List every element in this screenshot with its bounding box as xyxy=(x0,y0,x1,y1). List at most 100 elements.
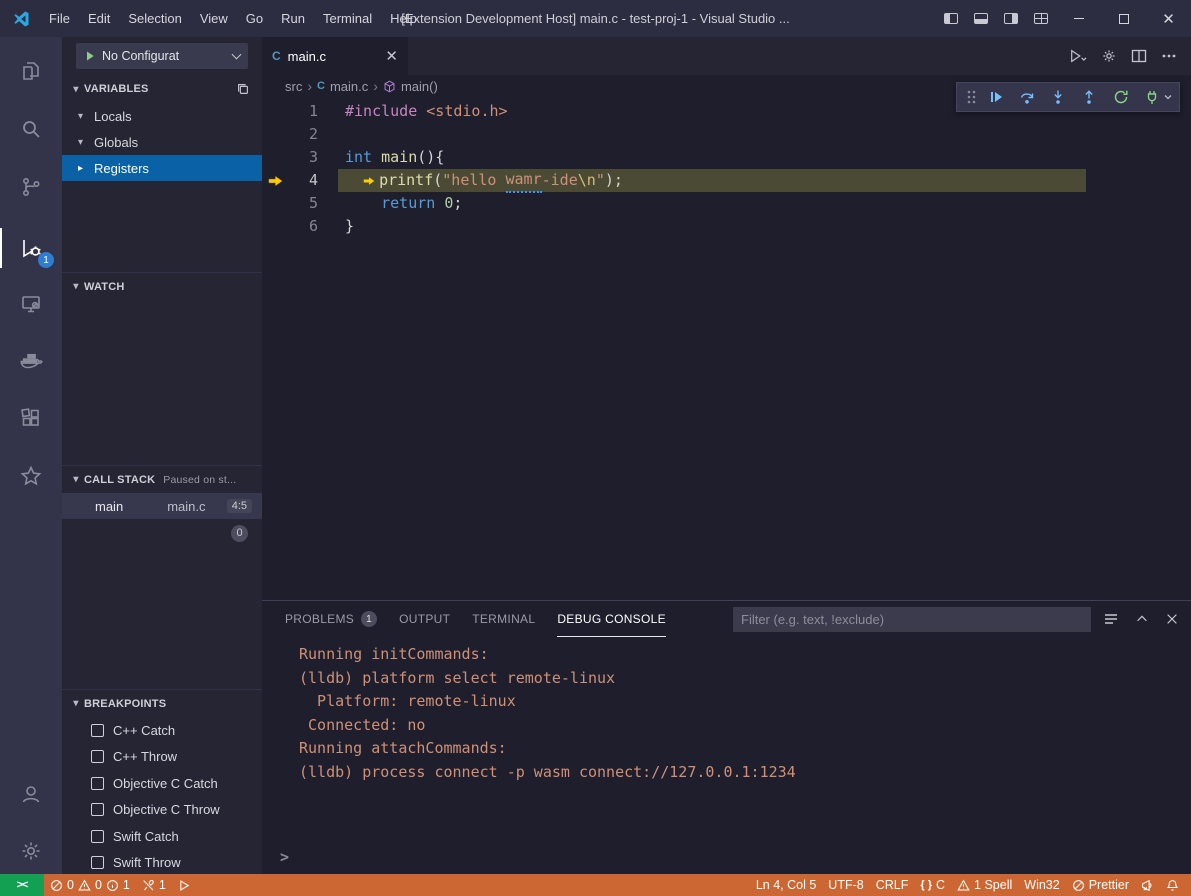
remote-explorer-icon[interactable] xyxy=(0,282,62,326)
breakpoint-row[interactable]: Objective C Catch xyxy=(62,770,262,797)
breakpoint-row[interactable]: C++ Catch xyxy=(62,717,262,744)
run-file-icon[interactable] xyxy=(1069,48,1087,64)
current-line-arrow-icon[interactable] xyxy=(262,169,288,192)
breakpoint-label: Swift Catch xyxy=(113,829,179,844)
breakpoints-section-header[interactable]: ▾ BREAKPOINTS xyxy=(62,689,262,717)
tab-main-c[interactable]: C main.c ✕ xyxy=(262,37,408,75)
formatter-status[interactable]: Prettier xyxy=(1066,874,1135,896)
run-and-debug-icon[interactable]: 1 xyxy=(0,226,62,270)
menu-edit[interactable]: Edit xyxy=(79,0,119,37)
breakpoint-checkbox[interactable] xyxy=(91,724,104,737)
variables-item-globals[interactable]: ▾Globals xyxy=(62,129,262,155)
more-actions-icon[interactable] xyxy=(1161,48,1177,64)
breakpoint-row[interactable]: Objective C Throw xyxy=(62,797,262,824)
chevron-right-icon: ▸ xyxy=(78,163,94,174)
breakpoint-checkbox[interactable] xyxy=(91,750,104,763)
toggle-secondary-sidebar-icon[interactable] xyxy=(996,0,1026,37)
copy-icon[interactable] xyxy=(236,82,256,96)
chevron-down-icon[interactable] xyxy=(1163,84,1173,110)
restart-icon[interactable] xyxy=(1107,84,1134,110)
console-filter-input[interactable] xyxy=(733,607,1091,632)
menu-file[interactable]: File xyxy=(40,0,79,37)
docker-icon[interactable] xyxy=(0,339,62,383)
code-editor[interactable]: 1#include <stdio.h>23int main(){4 printf… xyxy=(262,97,1191,238)
variables-item-locals[interactable]: ▾Locals xyxy=(62,103,262,129)
breakpoint-checkbox[interactable] xyxy=(91,803,104,816)
glyph-margin[interactable] xyxy=(262,146,288,169)
menu-view[interactable]: View xyxy=(191,0,237,37)
close-panel-icon[interactable] xyxy=(1165,612,1179,626)
breakpoint-row[interactable]: Swift Throw xyxy=(62,850,262,877)
breakpoint-checkbox[interactable] xyxy=(91,777,104,790)
eol-status[interactable]: CRLF xyxy=(870,874,915,896)
problems-count-badge: 1 xyxy=(361,611,377,627)
disconnect-icon[interactable] xyxy=(1138,84,1165,110)
step-over-icon[interactable] xyxy=(1014,84,1041,110)
launch-configuration-dropdown[interactable]: No Configurat xyxy=(76,43,248,69)
start-debug-icon[interactable] xyxy=(84,50,96,62)
platform-status[interactable]: Win32 xyxy=(1018,874,1065,896)
step-out-icon[interactable] xyxy=(1076,84,1103,110)
problems-status[interactable]: 0 0 1 xyxy=(44,874,136,896)
code-line-2: 2 xyxy=(262,123,1191,146)
toolbar-drag-grip[interactable] xyxy=(963,84,979,110)
call-stack-section-header[interactable]: ▾ CALL STACK Paused on st... xyxy=(62,465,262,493)
maximize-panel-icon[interactable] xyxy=(1135,612,1149,626)
glyph-margin[interactable] xyxy=(262,192,288,215)
breakpoint-row[interactable]: Swift Catch xyxy=(62,823,262,850)
watch-section-header[interactable]: ▾ WATCH xyxy=(62,272,262,300)
close-button[interactable]: ✕ xyxy=(1146,0,1191,37)
tab-terminal[interactable]: TERMINAL xyxy=(472,601,535,637)
search-icon[interactable] xyxy=(0,107,62,151)
explorer-icon[interactable] xyxy=(0,49,62,93)
variables-section-header[interactable]: ▾ VARIABLES xyxy=(62,75,262,103)
breakpoint-checkbox[interactable] xyxy=(91,856,104,869)
breadcrumb-src[interactable]: src xyxy=(285,79,302,94)
menu-go[interactable]: Go xyxy=(237,0,272,37)
run-debug-status[interactable] xyxy=(172,874,197,896)
notifications-bell-icon[interactable] xyxy=(1160,874,1185,896)
toggle-panel-icon[interactable] xyxy=(966,0,996,37)
step-into-icon[interactable] xyxy=(1045,84,1072,110)
encoding-status[interactable]: UTF-8 xyxy=(822,874,869,896)
menu-run[interactable]: Run xyxy=(272,0,314,37)
breakpoint-row[interactable]: C++ Throw xyxy=(62,744,262,771)
breadcrumb-symbol[interactable]: main() xyxy=(401,79,438,94)
debug-settings-gear-icon[interactable] xyxy=(1101,48,1117,64)
console-line: Running initCommands: xyxy=(299,643,1191,667)
feedback-icon[interactable] xyxy=(1135,874,1160,896)
star-icon[interactable] xyxy=(0,454,62,498)
spell-checker-status[interactable]: 1 Spell xyxy=(951,874,1018,896)
menu-help[interactable]: Help xyxy=(381,0,426,37)
minimize-button[interactable] xyxy=(1056,0,1101,37)
tab-problems[interactable]: PROBLEMS 1 xyxy=(285,601,377,637)
glyph-margin[interactable] xyxy=(262,215,288,238)
maximize-button[interactable] xyxy=(1101,0,1146,37)
cursor-position[interactable]: Ln 4, Col 5 xyxy=(750,874,822,896)
breadcrumb-file[interactable]: main.c xyxy=(330,79,368,94)
split-editor-icon[interactable] xyxy=(1131,48,1147,64)
remote-indicator[interactable]: >< xyxy=(0,874,44,896)
language-mode[interactable]: { } C xyxy=(914,874,951,896)
console-input-chevron[interactable]: > xyxy=(280,848,289,866)
continue-icon[interactable] xyxy=(983,84,1010,110)
extensions-icon[interactable] xyxy=(0,396,62,440)
accounts-icon[interactable] xyxy=(0,772,62,816)
breakpoint-checkbox[interactable] xyxy=(91,830,104,843)
tab-debug-console[interactable]: DEBUG CONSOLE xyxy=(557,601,666,637)
close-tab-icon[interactable]: ✕ xyxy=(385,47,398,65)
glyph-margin[interactable] xyxy=(262,100,288,123)
glyph-margin[interactable] xyxy=(262,123,288,146)
menu-selection[interactable]: Selection xyxy=(119,0,190,37)
settings-gear-icon[interactable] xyxy=(0,829,62,873)
debug-console-output[interactable]: Running initCommands:(lldb) platform sel… xyxy=(262,637,1191,784)
variables-item-registers[interactable]: ▸Registers xyxy=(62,155,262,181)
stack-frame-row[interactable]: main main.c 4:5 xyxy=(62,493,262,519)
toggle-sidebar-icon[interactable] xyxy=(936,0,966,37)
menu-terminal[interactable]: Terminal xyxy=(314,0,381,37)
tab-output[interactable]: OUTPUT xyxy=(399,601,450,637)
source-control-icon[interactable] xyxy=(0,165,62,209)
customize-layout-icon[interactable] xyxy=(1026,0,1056,37)
tasks-status[interactable]: 1 xyxy=(136,874,172,896)
console-lines-icon[interactable] xyxy=(1103,611,1119,627)
